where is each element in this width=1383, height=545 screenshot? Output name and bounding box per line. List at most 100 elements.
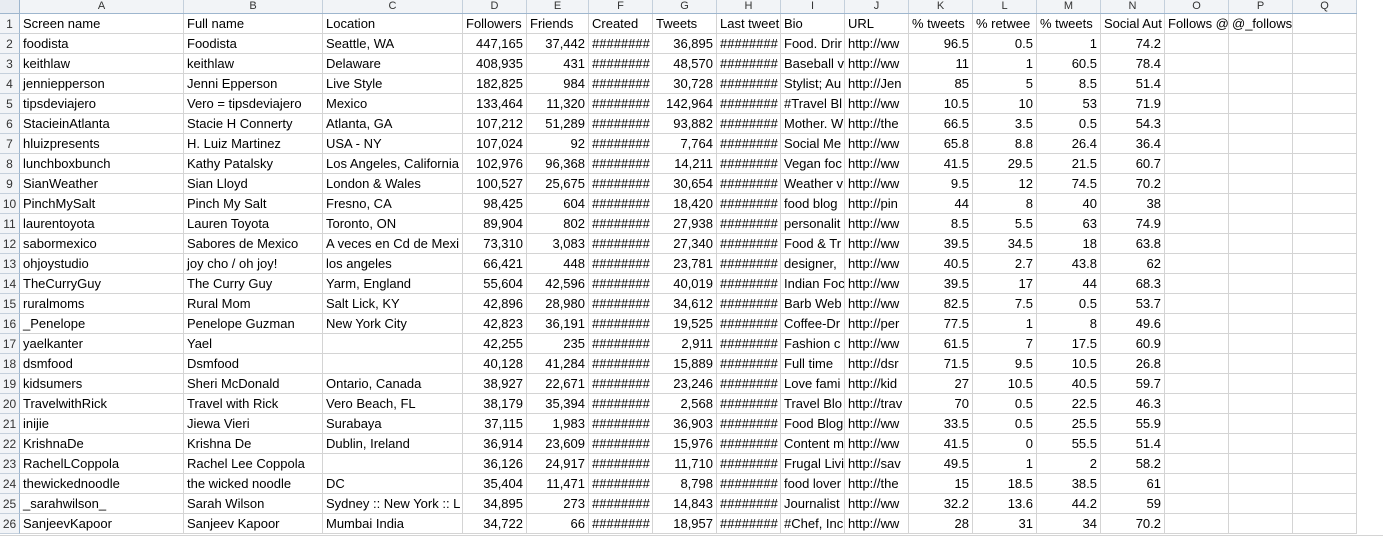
cell-e11[interactable]: 802 [527, 214, 589, 234]
cell-g4[interactable]: 30,728 [653, 74, 717, 94]
cell-g3[interactable]: 48,570 [653, 54, 717, 74]
cell-h8[interactable]: ######## [717, 154, 781, 174]
cell-b12[interactable]: Sabores de Mexico [184, 234, 323, 254]
cell-n9[interactable]: 70.2 [1101, 174, 1165, 194]
cell-o10[interactable] [1165, 194, 1229, 214]
cell-m3[interactable]: 60.5 [1037, 54, 1101, 74]
cell-j3[interactable]: http://ww [845, 54, 909, 74]
cell-k2[interactable]: 96.5 [909, 34, 973, 54]
cell-j21[interactable]: http://ww [845, 414, 909, 434]
cell-b24[interactable]: the wicked noodle [184, 474, 323, 494]
cell-e12[interactable]: 3,083 [527, 234, 589, 254]
cell-c22[interactable]: Dublin, Ireland [323, 434, 463, 454]
cell-d14[interactable]: 55,604 [463, 274, 527, 294]
cell-d23[interactable]: 36,126 [463, 454, 527, 474]
cell-d16[interactable]: 42,823 [463, 314, 527, 334]
cell-e22[interactable]: 23,609 [527, 434, 589, 454]
cell-n22[interactable]: 51.4 [1101, 434, 1165, 454]
cell-a18[interactable]: dsmfood [20, 354, 184, 374]
cell-m11[interactable]: 63 [1037, 214, 1101, 234]
cell-k26[interactable]: 28 [909, 514, 973, 534]
cell-d17[interactable]: 42,255 [463, 334, 527, 354]
cell-g7[interactable]: 7,764 [653, 134, 717, 154]
cell-n20[interactable]: 46.3 [1101, 394, 1165, 414]
cell-p10[interactable] [1229, 194, 1293, 214]
cell-o13[interactable] [1165, 254, 1229, 274]
cell-e5[interactable]: 11,320 [527, 94, 589, 114]
cell-p21[interactable] [1229, 414, 1293, 434]
cell-m18[interactable]: 10.5 [1037, 354, 1101, 374]
cell-a8[interactable]: lunchboxbunch [20, 154, 184, 174]
column-header-l[interactable]: L [973, 0, 1037, 13]
cell-i11[interactable]: personalit [781, 214, 845, 234]
column-header-n[interactable]: N [1101, 0, 1165, 13]
row-number[interactable]: 7 [0, 134, 20, 154]
cell-h1[interactable]: Last tweet [717, 14, 781, 34]
row-number[interactable]: 11 [0, 214, 20, 234]
cell-b10[interactable]: Pinch My Salt [184, 194, 323, 214]
cell-b13[interactable]: joy cho / oh joy! [184, 254, 323, 274]
cell-i3[interactable]: Baseball v [781, 54, 845, 74]
cell-g14[interactable]: 40,019 [653, 274, 717, 294]
cell-f19[interactable]: ######## [589, 374, 653, 394]
cell-i7[interactable]: Social Me [781, 134, 845, 154]
cell-f16[interactable]: ######## [589, 314, 653, 334]
column-header-d[interactable]: D [463, 0, 527, 13]
cell-f2[interactable]: ######## [589, 34, 653, 54]
cell-i20[interactable]: Travel Blo [781, 394, 845, 414]
cell-h15[interactable]: ######## [717, 294, 781, 314]
cell-a15[interactable]: ruralmoms [20, 294, 184, 314]
cell-c6[interactable]: Atlanta, GA [323, 114, 463, 134]
cell-k1[interactable]: % tweets [909, 14, 973, 34]
cell-e21[interactable]: 1,983 [527, 414, 589, 434]
cell-d24[interactable]: 35,404 [463, 474, 527, 494]
cell-p8[interactable] [1229, 154, 1293, 174]
cell-q3[interactable] [1293, 54, 1357, 74]
cell-l5[interactable]: 10 [973, 94, 1037, 114]
cell-q14[interactable] [1293, 274, 1357, 294]
cell-p14[interactable] [1229, 274, 1293, 294]
cell-i10[interactable]: food blog [781, 194, 845, 214]
cell-i19[interactable]: Love fami [781, 374, 845, 394]
cell-m8[interactable]: 21.5 [1037, 154, 1101, 174]
cell-l1[interactable]: % retwee [973, 14, 1037, 34]
row-number[interactable]: 23 [0, 454, 20, 474]
cell-j25[interactable]: http://ww [845, 494, 909, 514]
cell-p3[interactable] [1229, 54, 1293, 74]
cell-d7[interactable]: 107,024 [463, 134, 527, 154]
cell-o24[interactable] [1165, 474, 1229, 494]
cell-j20[interactable]: http://trav [845, 394, 909, 414]
cell-h24[interactable]: ######## [717, 474, 781, 494]
cell-b6[interactable]: Stacie H Connerty [184, 114, 323, 134]
cell-d12[interactable]: 73,310 [463, 234, 527, 254]
cell-q16[interactable] [1293, 314, 1357, 334]
cell-p16[interactable] [1229, 314, 1293, 334]
row-number[interactable]: 17 [0, 334, 20, 354]
cell-c10[interactable]: Fresno, CA [323, 194, 463, 214]
cell-i26[interactable]: #Chef, Inc [781, 514, 845, 534]
cell-g17[interactable]: 2,911 [653, 334, 717, 354]
cell-o26[interactable] [1165, 514, 1229, 534]
cell-f6[interactable]: ######## [589, 114, 653, 134]
cell-c11[interactable]: Toronto, ON [323, 214, 463, 234]
cell-i21[interactable]: Food Blog [781, 414, 845, 434]
cell-f25[interactable]: ######## [589, 494, 653, 514]
cell-h7[interactable]: ######## [717, 134, 781, 154]
cell-i8[interactable]: Vegan foc [781, 154, 845, 174]
cell-l21[interactable]: 0.5 [973, 414, 1037, 434]
cell-i18[interactable]: Full time [781, 354, 845, 374]
cell-n8[interactable]: 60.7 [1101, 154, 1165, 174]
column-header-b[interactable]: B [184, 0, 323, 13]
cell-c4[interactable]: Live Style [323, 74, 463, 94]
cell-n25[interactable]: 59 [1101, 494, 1165, 514]
cell-m10[interactable]: 40 [1037, 194, 1101, 214]
cell-e15[interactable]: 28,980 [527, 294, 589, 314]
cell-o15[interactable] [1165, 294, 1229, 314]
cell-m6[interactable]: 0.5 [1037, 114, 1101, 134]
cell-h4[interactable]: ######## [717, 74, 781, 94]
cell-j16[interactable]: http://per [845, 314, 909, 334]
cell-o8[interactable] [1165, 154, 1229, 174]
cell-a25[interactable]: _sarahwilson_ [20, 494, 184, 514]
cell-j5[interactable]: http://ww [845, 94, 909, 114]
cell-q12[interactable] [1293, 234, 1357, 254]
